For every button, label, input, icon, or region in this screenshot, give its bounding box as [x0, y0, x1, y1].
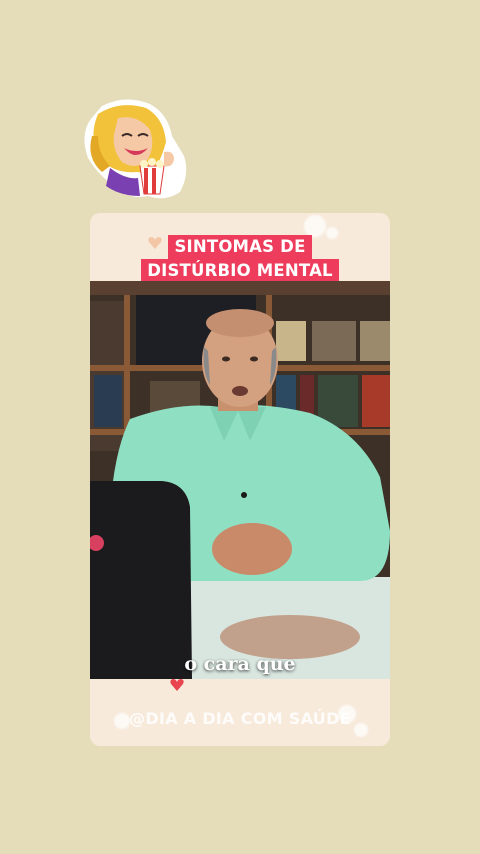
- popcorn-woman-sticker: [80, 96, 192, 204]
- heart-icon: [170, 679, 184, 691]
- video-scene: [90, 281, 390, 679]
- popcorn-woman-icon: [84, 99, 187, 199]
- watermark-handle: @DIA A DIA COM SAÚDE: [129, 709, 351, 728]
- video-card: SINTOMAS DE DISTÚRBIO MENTAL o cara que …: [90, 213, 390, 746]
- video-frame[interactable]: o cara que: [90, 281, 390, 679]
- video-title: SINTOMAS DE DISTÚRBIO MENTAL: [90, 235, 390, 283]
- bokeh-decoration: [304, 215, 326, 237]
- title-line-2: DISTÚRBIO MENTAL: [141, 259, 339, 283]
- title-line-1: SINTOMAS DE: [168, 235, 312, 259]
- video-caption: o cara que: [184, 653, 296, 675]
